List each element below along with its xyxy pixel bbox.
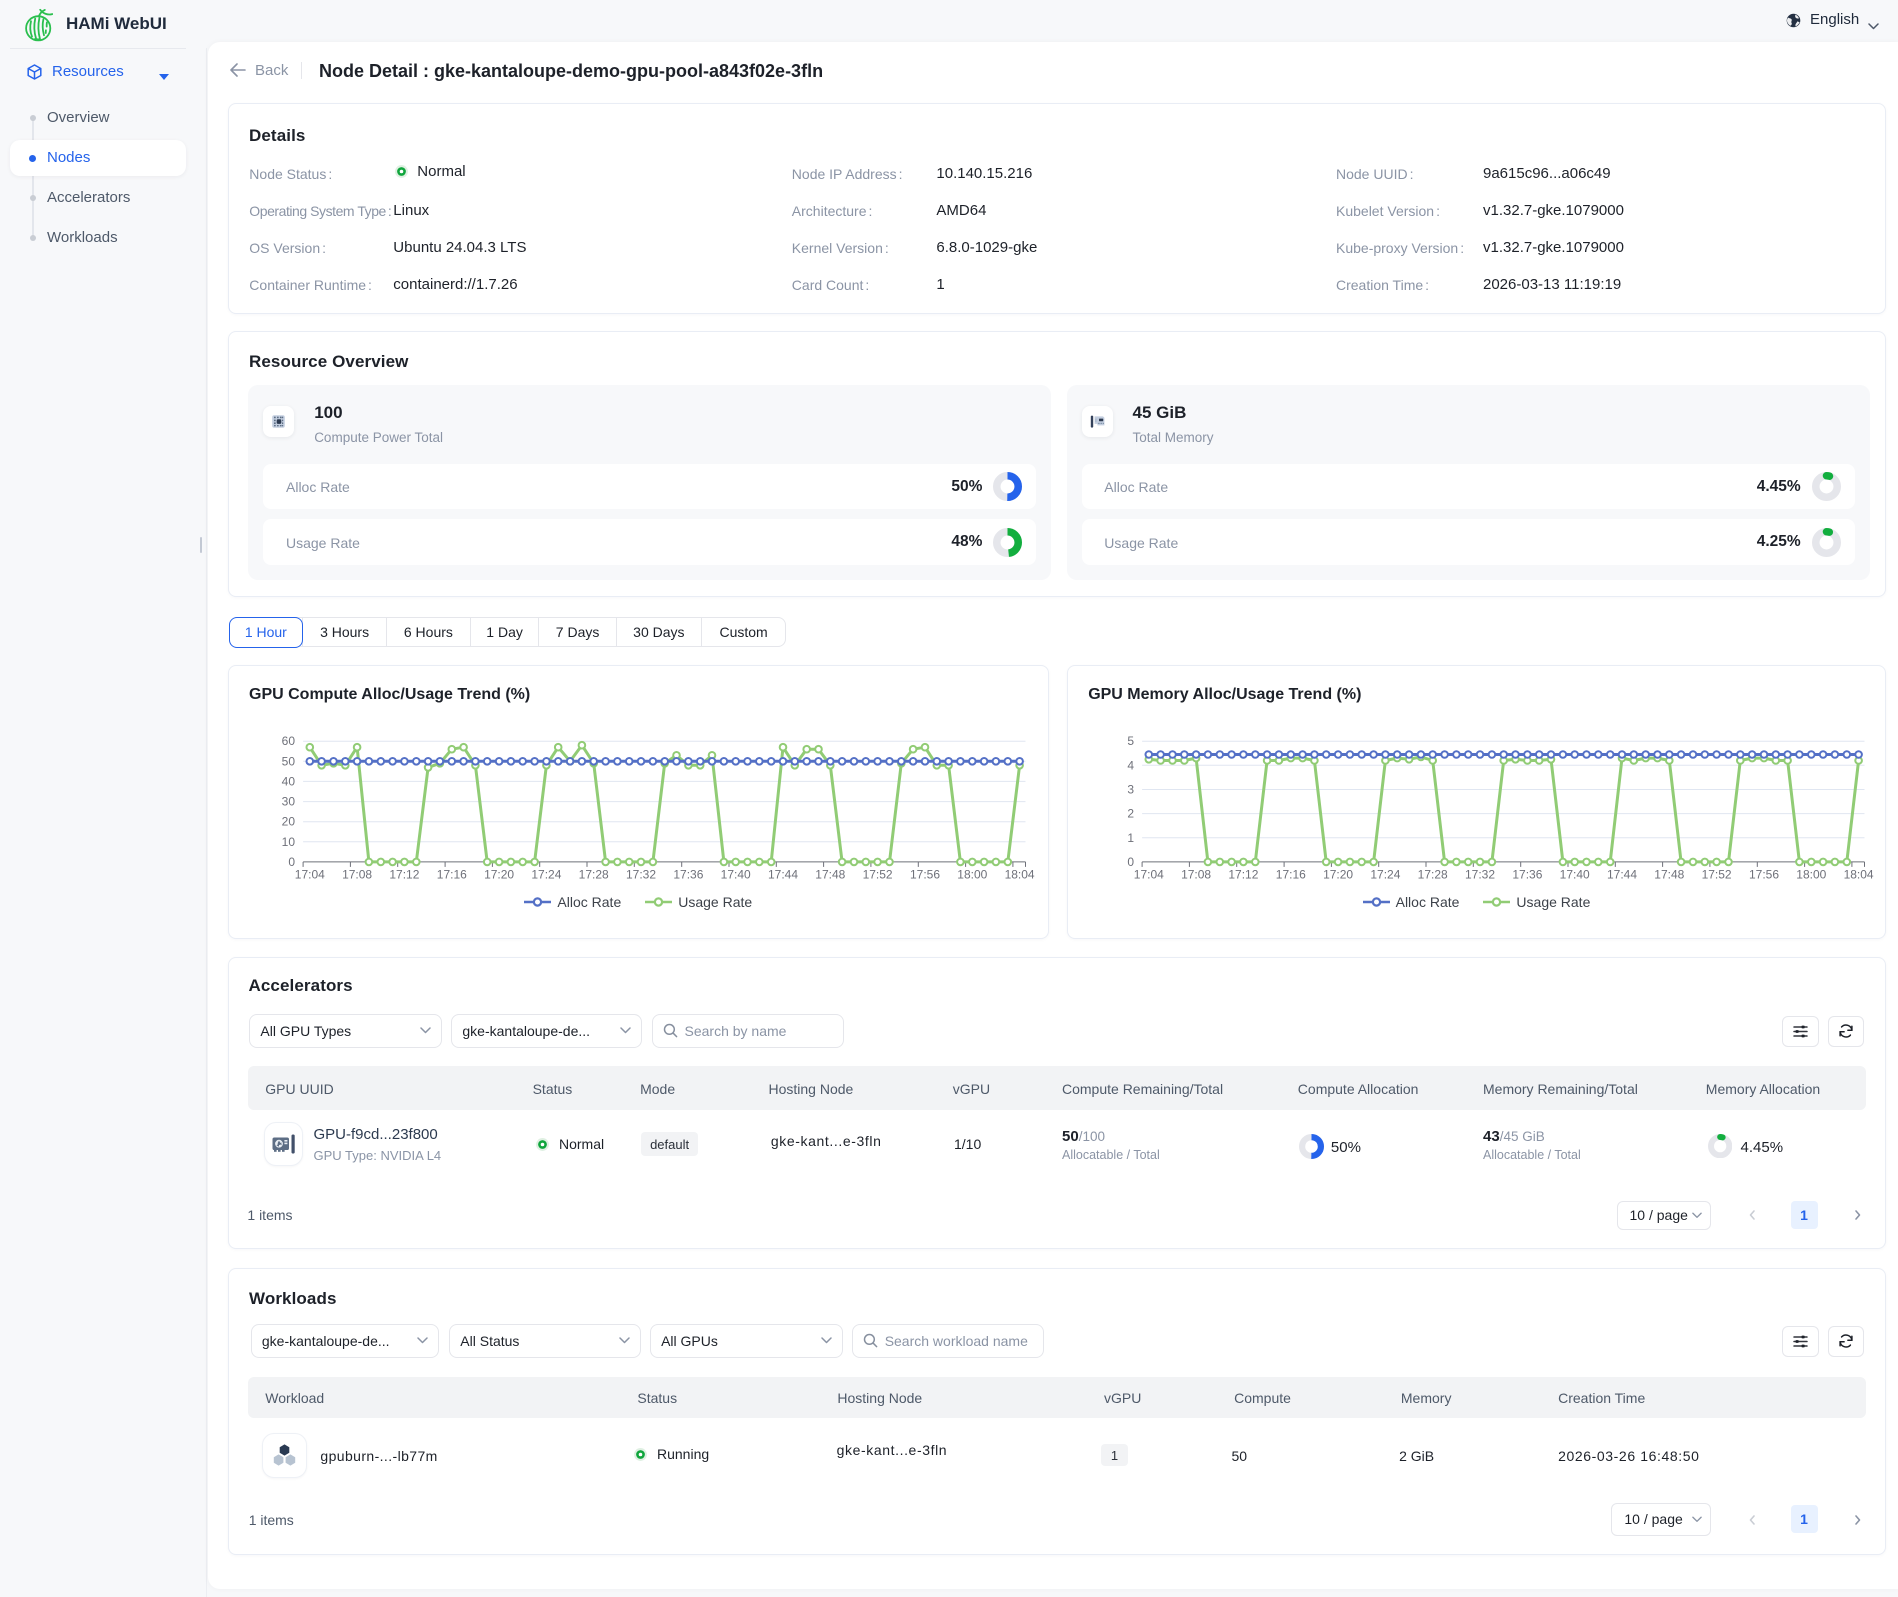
svg-text:17:04: 17:04: [1134, 867, 1164, 881]
svg-text:17:24: 17:24: [531, 867, 561, 881]
svg-text:17:56: 17:56: [910, 867, 940, 881]
svg-text:17:36: 17:36: [1513, 867, 1543, 881]
svg-text:1: 1: [1128, 830, 1135, 844]
svg-text:17:40: 17:40: [1560, 867, 1590, 881]
svg-text:60: 60: [282, 734, 296, 748]
svg-text:18:04: 18:04: [1005, 867, 1035, 881]
svg-text:20: 20: [282, 814, 296, 828]
svg-text:17:48: 17:48: [815, 867, 845, 881]
svg-text:17:44: 17:44: [768, 867, 798, 881]
svg-text:17:12: 17:12: [1229, 867, 1259, 881]
svg-text:17:20: 17:20: [484, 867, 514, 881]
svg-text:17:24: 17:24: [1371, 867, 1401, 881]
svg-text:50: 50: [282, 754, 296, 768]
svg-text:17:52: 17:52: [1702, 867, 1732, 881]
svg-text:17:44: 17:44: [1607, 867, 1637, 881]
svg-text:17:32: 17:32: [626, 867, 656, 881]
svg-text:18:00: 18:00: [957, 867, 987, 881]
svg-text:3: 3: [1128, 782, 1135, 796]
svg-text:2: 2: [1128, 806, 1135, 820]
svg-text:4: 4: [1128, 758, 1135, 772]
svg-text:17:16: 17:16: [1276, 867, 1306, 881]
svg-text:30: 30: [282, 794, 296, 808]
svg-text:17:04: 17:04: [295, 867, 325, 881]
svg-text:18:00: 18:00: [1796, 867, 1826, 881]
svg-text:17:08: 17:08: [1181, 867, 1211, 881]
svg-text:17:36: 17:36: [673, 867, 703, 881]
svg-text:18:04: 18:04: [1844, 867, 1874, 881]
svg-text:17:12: 17:12: [389, 867, 419, 881]
svg-text:17:20: 17:20: [1323, 867, 1353, 881]
svg-text:17:32: 17:32: [1465, 867, 1495, 881]
svg-text:17:28: 17:28: [1418, 867, 1448, 881]
svg-text:17:08: 17:08: [342, 867, 372, 881]
svg-text:17:56: 17:56: [1749, 867, 1779, 881]
svg-text:17:48: 17:48: [1654, 867, 1684, 881]
svg-text:17:40: 17:40: [721, 867, 751, 881]
svg-text:17:28: 17:28: [579, 867, 609, 881]
svg-text:40: 40: [282, 774, 296, 788]
svg-text:10: 10: [282, 834, 296, 848]
svg-text:17:52: 17:52: [863, 867, 893, 881]
svg-text:17:16: 17:16: [437, 867, 467, 881]
svg-text:5: 5: [1128, 734, 1135, 748]
